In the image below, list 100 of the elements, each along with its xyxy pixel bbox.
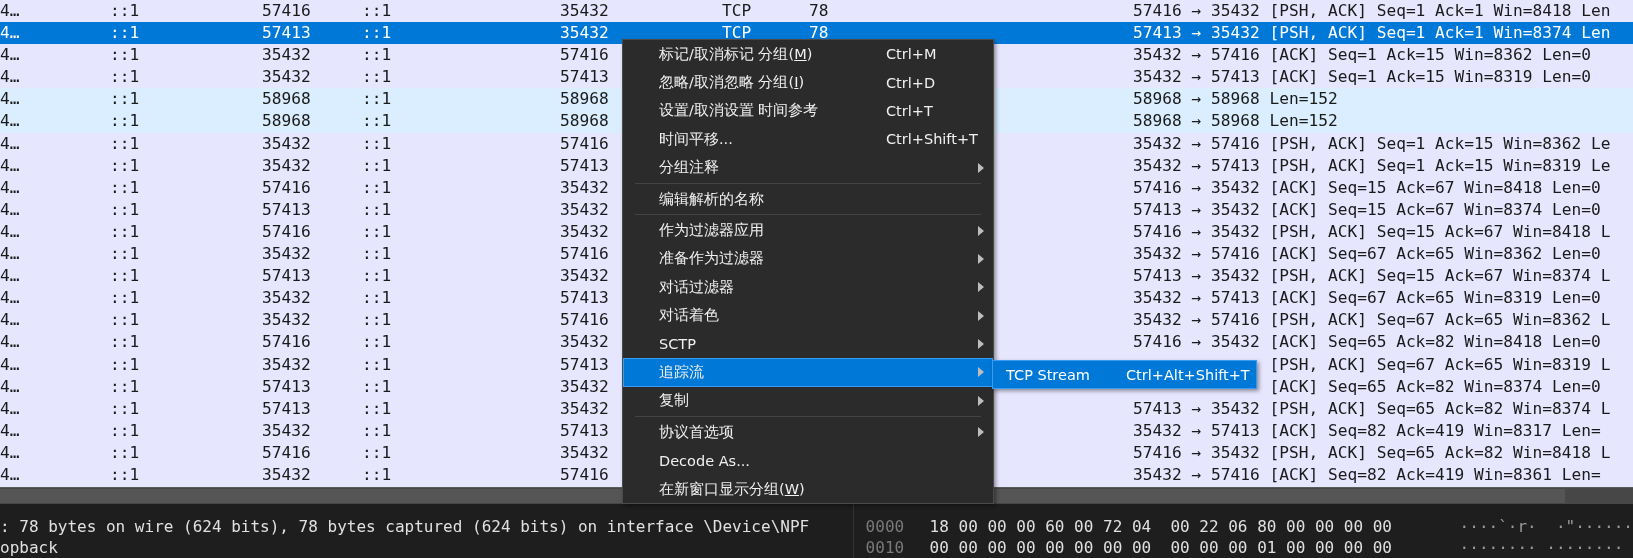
table-cell: 4… <box>0 155 20 175</box>
table-cell: [ACK] Seq=1 Ack=15 Win=8319 Len=0 <box>1269 67 1592 87</box>
table-cell: 58968 → 58968 <box>1133 111 1260 131</box>
table-cell: ::1 <box>362 420 392 440</box>
table-cell: 57413 → 35432 <box>1133 266 1260 286</box>
table-cell: [PSH, ACK] Seq=67 Ack=65 Win=8319 L <box>1269 354 1611 374</box>
table-cell: 58968 <box>262 111 311 131</box>
table-cell: 35432 <box>262 155 311 175</box>
table-cell: 4… <box>0 133 20 153</box>
table-cell: ::1 <box>362 67 392 87</box>
table-cell: 78 <box>809 23 829 43</box>
table-cell: 4… <box>0 1 20 20</box>
table-cell: ::1 <box>110 420 140 440</box>
table-cell: 35432 <box>560 199 609 219</box>
table-cell: ::1 <box>110 221 140 241</box>
table-cell: 35432 <box>262 133 311 153</box>
table-cell: 4… <box>0 288 20 308</box>
table-cell: 57413 <box>262 199 311 219</box>
table-cell: ::1 <box>110 310 140 330</box>
table-cell: 35432 <box>560 332 609 352</box>
table-cell: 58968 <box>560 111 609 131</box>
table-cell: 35432 <box>560 376 609 396</box>
table-cell: 35432 <box>262 464 311 484</box>
table-cell: 57413 <box>560 354 609 374</box>
table-cell: 35432 → 57416 <box>1133 244 1260 264</box>
table-cell: ::1 <box>110 177 140 197</box>
table-cell: [ACK] Seq=65 Ack=82 Win=8374 Len=0 <box>1269 376 1601 396</box>
table-cell: 57413 <box>560 67 609 87</box>
table-cell: 57416 <box>560 310 609 330</box>
table-cell: ::1 <box>362 244 392 264</box>
detail-line: : 78 bytes on wire (624 bits), 78 bytes captured (624 bits) on interface \Device\NPF <box>0 517 810 536</box>
table-cell: 4… <box>0 244 20 264</box>
table-cell: [ACK] Seq=15 Ack=67 Win=8374 Len=0 <box>1269 199 1601 219</box>
table-cell: 57416 <box>262 221 311 241</box>
table-cell: 4… <box>0 398 20 418</box>
table-cell: 57413 <box>262 376 311 396</box>
table-cell: ::1 <box>110 45 140 65</box>
table-cell: 35432 <box>262 244 311 264</box>
table-cell: 35432 → 57413 <box>1133 420 1260 440</box>
table-cell: 57416 <box>560 45 609 65</box>
hex-bytes: 00 00 00 00 00 00 00 00 00 00 00 01 00 00 00 00 <box>929 537 1393 558</box>
table-cell: 57416 → 35432 <box>1133 442 1260 462</box>
table-cell: 4… <box>0 199 20 219</box>
table-cell: ::1 <box>362 266 392 286</box>
table-cell: 57416 <box>262 177 311 197</box>
table-cell: ::1 <box>362 310 392 330</box>
table-cell: 35432 <box>262 288 311 308</box>
table-cell: 57416 <box>560 464 609 484</box>
table-cell: ::1 <box>110 244 140 264</box>
table-cell: 4… <box>0 464 20 484</box>
table-cell: 4… <box>0 177 20 197</box>
table-cell: ::1 <box>362 177 392 197</box>
hex-bytes: 18 00 00 00 60 00 72 04 00 22 06 80 00 00 00 00 <box>929 516 1393 537</box>
table-cell: 57416 <box>262 332 311 352</box>
table-cell: 4… <box>0 354 20 374</box>
table-cell: 35432 → 57413 <box>1133 155 1260 175</box>
table-cell: ::1 <box>362 398 392 418</box>
table-cell: ::1 <box>362 288 392 308</box>
table-cell: [PSH, ACK] Seq=1 Ack=1 Win=8418 Len <box>1269 1 1611 20</box>
table-cell: 78 <box>809 1 829 20</box>
table-cell: 57416 <box>262 442 311 462</box>
table-cell: ::1 <box>362 133 392 153</box>
table-cell: [ACK] Seq=82 Ack=419 Win=8317 Len= <box>1269 420 1601 440</box>
table-cell: 58968 <box>560 89 609 109</box>
table-cell: 35432 → 57416 <box>1133 45 1260 65</box>
table-cell: ::1 <box>110 133 140 153</box>
table-cell: ::1 <box>362 199 392 219</box>
table-cell: ::1 <box>110 1 140 20</box>
table-cell: ::1 <box>110 376 140 396</box>
table-cell: 57416 <box>560 244 609 264</box>
table-cell: ::1 <box>110 199 140 219</box>
table-cell: 4… <box>0 266 20 286</box>
table-cell: ::1 <box>110 67 140 87</box>
table-cell: 35432 → 57416 <box>1133 133 1260 153</box>
detail-line: opback <box>0 538 58 557</box>
table-cell: 35432 <box>262 45 311 65</box>
table-cell: ::1 <box>362 221 392 241</box>
table-cell: ::1 <box>362 45 392 65</box>
table-cell: ::1 <box>362 442 392 462</box>
table-cell: 58968 <box>262 89 311 109</box>
table-cell: 4… <box>0 221 20 241</box>
table-cell: 4… <box>0 45 20 65</box>
table-cell: 35432 → 57416 <box>1133 464 1260 484</box>
table-cell: 57413 <box>262 398 311 418</box>
table-cell: 57413 → 35432 <box>1133 23 1260 43</box>
table-cell: 35432 <box>560 442 609 462</box>
table-cell: 35432 → 57413 <box>1133 67 1260 87</box>
table-cell: 35432 <box>560 1 609 20</box>
table-cell: 57413 <box>262 23 311 43</box>
table-cell: [PSH, ACK] Seq=1 Ack=15 Win=8319 Le <box>1269 155 1611 175</box>
table-cell: 35432 <box>560 221 609 241</box>
table-cell: Len=152 <box>1269 89 1338 109</box>
table-cell: 58968 → 58968 <box>1133 89 1260 109</box>
table-cell: 35432 <box>560 398 609 418</box>
table-cell: 57413 → 35432 <box>1133 199 1260 219</box>
table-cell: [PSH, ACK] Seq=65 Ack=82 Win=8374 L <box>1269 398 1611 418</box>
table-cell: TCP <box>722 1 752 20</box>
table-cell: [ACK] Seq=1 Ack=15 Win=8362 Len=0 <box>1269 45 1592 65</box>
table-cell: [ACK] Seq=15 Ack=67 Win=8418 Len=0 <box>1269 177 1601 197</box>
table-cell: 35432 <box>560 23 609 43</box>
